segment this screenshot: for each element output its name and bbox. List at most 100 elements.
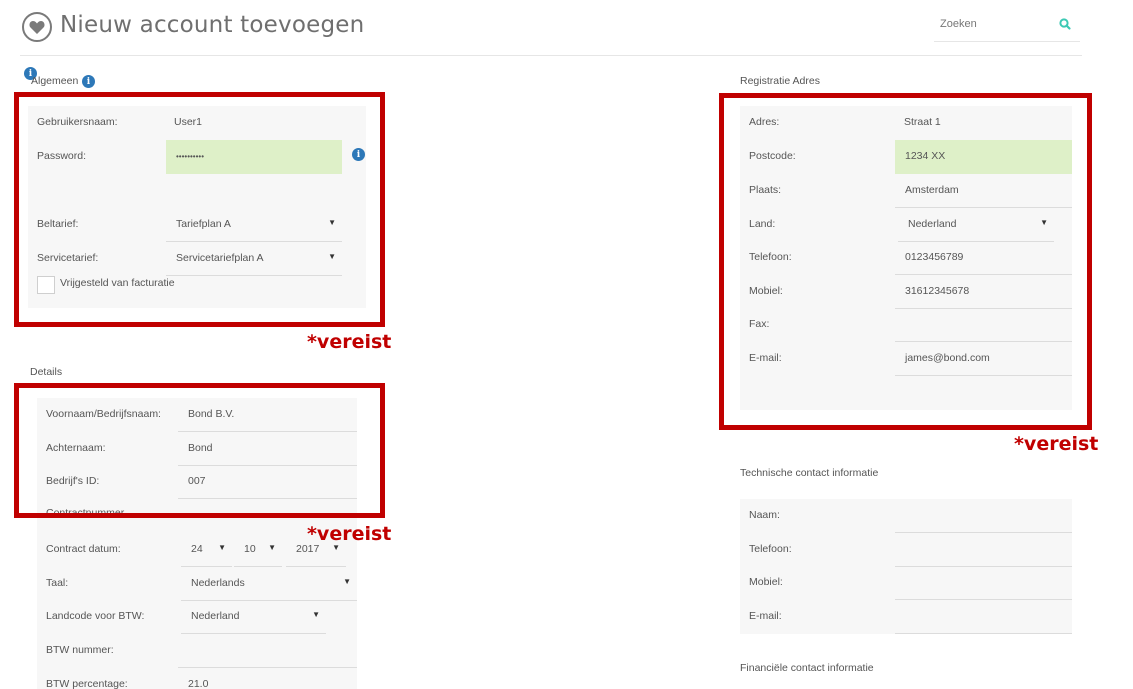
postcode-field[interactable]: 1234 XX [895,140,1072,174]
address-field[interactable]: Straat 1 [894,106,1072,140]
first-name-field[interactable]: Bond B.V. [178,398,357,432]
country-value: Nederland [908,218,957,230]
language-label: Taal: [46,577,69,589]
vat-number-row: BTW nummer: [37,634,357,668]
info-icon[interactable]: i [82,75,95,88]
search-input[interactable] [940,18,1050,30]
beltarief-value: Tariefplan A [176,218,231,230]
username-row: Gebruikersnaam: User1 [28,106,366,140]
company-id-label: Bedrijf's ID: [46,475,100,487]
company-id-field[interactable]: 007 [178,465,357,499]
servicetarief-label: Servicetarief: [37,252,99,264]
company-id-row: Bedrijf's ID: 007 [37,465,357,499]
mobile-field[interactable]: 31612345678 [895,275,1072,309]
exempt-checkbox[interactable] [37,276,55,294]
technical-contact-panel: Naam: Telefoon: Mobiel: E-mail: [740,499,1072,634]
username-label: Gebruikersnaam: [37,116,118,128]
fax-field[interactable] [895,308,1072,342]
city-row: Plaats: Amsterdam [740,174,1072,208]
chevron-down-icon: ▼ [1040,218,1048,227]
first-name-label: Voornaam/Bedrijfsnaam: [46,408,161,420]
tech-phone-label: Telefoon: [749,543,792,555]
country-select[interactable]: Nederland ▼ [898,208,1054,242]
tech-name-field[interactable] [895,499,1072,533]
contract-date-label: Contract datum: [46,543,121,555]
tech-phone-field[interactable] [895,533,1072,567]
last-name-row: Achternaam: Bond [37,432,357,466]
chevron-down-icon: ▼ [218,543,226,552]
tech-phone-row: Telefoon: [740,533,1072,567]
email-field[interactable]: james@bond.com [895,342,1072,376]
chevron-down-icon: ▼ [328,218,336,227]
exempt-label: Vrijgesteld van facturatie [60,277,175,289]
email-label: E-mail: [749,352,782,364]
city-field[interactable]: Amsterdam [895,174,1072,208]
address-label: Adres: [749,116,780,128]
servicetarief-value: Servicetariefplan A [176,252,264,264]
contract-month-value: 10 [244,543,256,555]
language-row: Taal: Nederlands ▼ [37,567,357,601]
vat-percentage-row: BTW percentage: 21.0 [37,668,357,689]
section-title-algemeen: Algemeen [31,75,79,87]
postcode-label: Postcode: [749,150,796,162]
chevron-down-icon: ▼ [328,252,336,261]
contract-day-value: 24 [191,543,203,555]
city-label: Plaats: [749,184,782,196]
email-row: E-mail: james@bond.com [740,342,1072,376]
section-title-financial-contact: Financiële contact informatie [740,662,874,674]
tech-mobile-field[interactable] [895,566,1072,600]
address-row: Adres: Straat 1 [740,106,1072,140]
vat-country-row: Landcode voor BTW: Nederland ▼ [37,600,357,634]
postcode-row: Postcode: 1234 XX [740,140,1072,174]
contract-day-select[interactable]: 24 ▼ [181,533,232,567]
vat-number-label: BTW nummer: [46,644,114,656]
password-label: Password: [37,150,87,162]
contract-number-label: Contractnummer [46,507,125,517]
password-info-icon[interactable]: i [352,148,365,161]
tech-email-label: E-mail: [749,610,782,622]
required-note: *vereist [307,523,392,545]
required-note: *vereist [307,331,392,353]
page-header: Nieuw account toevoegen [20,8,1082,56]
beltarief-label: Beltarief: [37,218,79,230]
fax-row: Fax: [740,308,1072,342]
tech-mobile-label: Mobiel: [749,576,783,588]
chevron-down-icon: ▼ [268,543,276,552]
tech-name-row: Naam: [740,499,1072,533]
chevron-down-icon: ▼ [343,577,351,586]
tech-email-row: E-mail: [740,600,1072,634]
servicetarief-row: Servicetarief: Servicetariefplan A ▼ [28,242,366,276]
vat-country-label: Landcode voor BTW: [46,610,145,622]
chevron-down-icon: ▼ [312,610,320,619]
search-icon[interactable] [1058,17,1072,31]
vat-percentage-field[interactable]: 21.0 [178,668,357,689]
tech-email-field[interactable] [895,600,1072,634]
phone-label: Telefoon: [749,251,792,263]
beltarief-select[interactable]: Tariefplan A ▼ [166,208,342,242]
last-name-field[interactable]: Bond [178,432,357,466]
search-box[interactable] [934,14,1080,42]
mobile-label: Mobiel: [749,285,783,297]
country-row: Land: Nederland ▼ [740,208,1072,242]
vat-number-field[interactable] [178,634,357,668]
contract-month-select[interactable]: 10 ▼ [234,533,282,567]
tech-mobile-row: Mobiel: [740,566,1072,600]
algemeen-panel: Gebruikersnaam: User1 Password: ••••••••… [28,106,366,308]
last-name-label: Achternaam: [46,442,106,454]
heart-logo-icon [22,12,52,42]
page-title: Nieuw account toevoegen [60,12,365,38]
language-value: Nederlands [191,577,245,589]
username-field[interactable]: User1 [164,106,342,140]
language-select[interactable]: Nederlands ▼ [181,567,357,601]
phone-field[interactable]: 0123456789 [895,241,1072,275]
servicetarief-select[interactable]: Servicetariefplan A ▼ [166,242,342,276]
password-field[interactable]: •••••••••• [166,140,342,174]
country-label: Land: [749,218,776,230]
first-name-row: Voornaam/Bedrijfsnaam: Bond B.V. [37,398,357,432]
vat-percentage-label: BTW percentage: [46,678,128,689]
vat-country-select[interactable]: Nederland ▼ [181,600,326,634]
registration-panel: Adres: Straat 1 Postcode: 1234 XX Plaats… [740,106,1072,410]
required-note: *vereist [1014,433,1099,455]
password-row: Password: •••••••••• [28,140,366,174]
phone-row: Telefoon: 0123456789 [740,241,1072,275]
